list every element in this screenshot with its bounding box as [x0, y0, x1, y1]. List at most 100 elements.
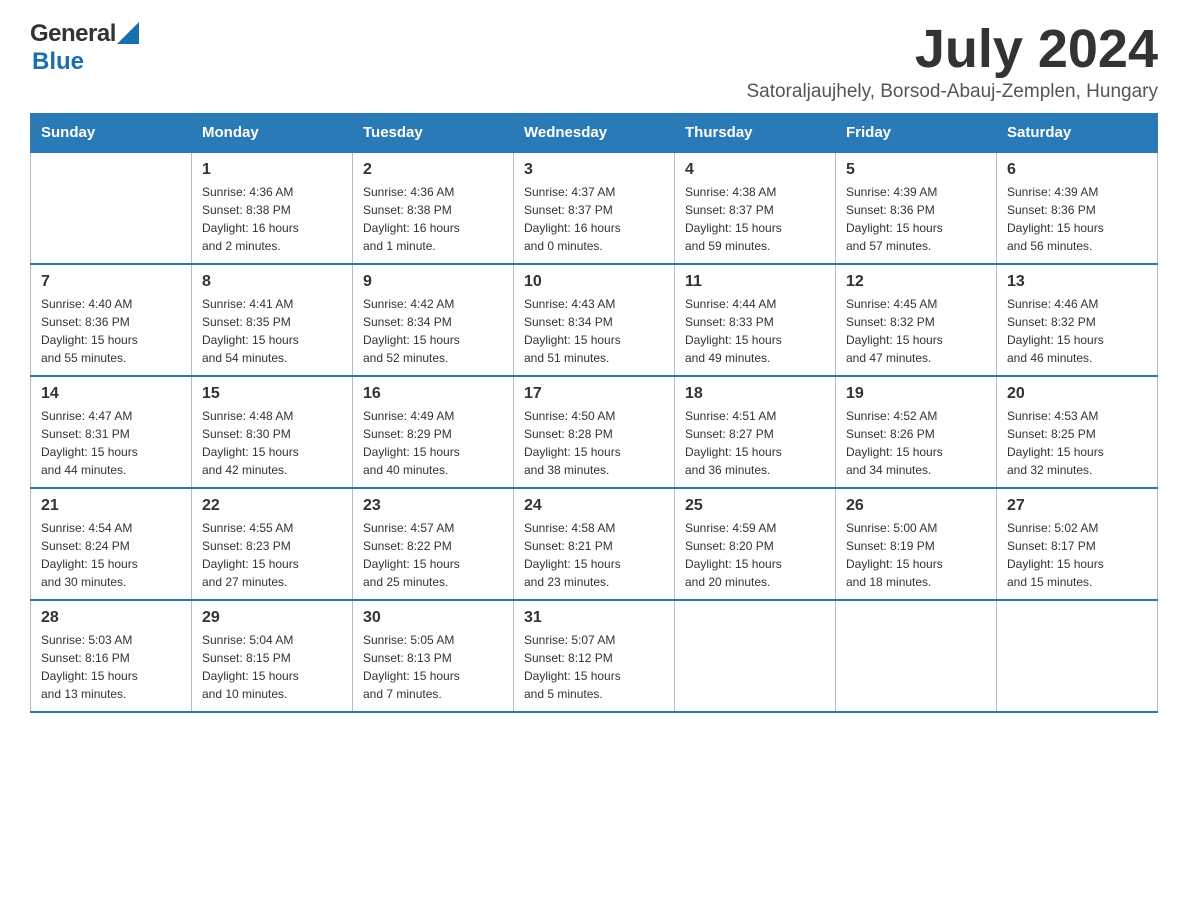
day-number: 26: [846, 497, 986, 515]
table-row: 5 Sunrise: 4:39 AM Sunset: 8:36 PM Daylig…: [836, 152, 997, 264]
day-info: Sunrise: 4:36 AM Sunset: 8:38 PM Dayligh…: [363, 183, 503, 255]
day-number: 27: [1007, 497, 1147, 515]
day-info: Sunrise: 4:37 AM Sunset: 8:37 PM Dayligh…: [524, 183, 664, 255]
day-number: 31: [524, 609, 664, 627]
day-number: 10: [524, 273, 664, 291]
table-row: 13 Sunrise: 4:46 AM Sunset: 8:32 PM Dayli…: [997, 264, 1158, 376]
day-number: 3: [524, 161, 664, 179]
table-row: 20Sunrise: 4:53 AM Sunset: 8:25 PM Dayli…: [997, 376, 1158, 488]
table-row: 19 Sunrise: 4:52 AM Sunset: 8:26 PM Dayli…: [836, 376, 997, 488]
day-info: Sunrise: 4:55 AM Sunset: 8:23 PM Dayligh…: [202, 519, 342, 591]
table-row: 25Sunrise: 4:59 AM Sunset: 8:20 PM Dayli…: [675, 488, 836, 600]
day-info: Sunrise: 4:49 AM Sunset: 8:29 PM Dayligh…: [363, 407, 503, 479]
day-info: Sunrise: 4:46 AM Sunset: 8:32 PM Dayligh…: [1007, 295, 1147, 367]
day-info: Sunrise: 4:41 AM Sunset: 8:35 PM Dayligh…: [202, 295, 342, 367]
day-number: 4: [685, 161, 825, 179]
day-info: Sunrise: 4:36 AM Sunset: 8:38 PM Dayligh…: [202, 183, 342, 255]
day-info: Sunrise: 4:47 AM Sunset: 8:31 PM Dayligh…: [41, 407, 181, 479]
logo: General Blue: [30, 20, 139, 76]
day-info: Sunrise: 4:57 AM Sunset: 8:22 PM Dayligh…: [363, 519, 503, 591]
table-row: 3 Sunrise: 4:37 AM Sunset: 8:37 PM Daylig…: [514, 152, 675, 264]
header-monday: Monday: [192, 114, 353, 153]
table-row: 12 Sunrise: 4:45 AM Sunset: 8:32 PM Dayli…: [836, 264, 997, 376]
month-title: July 2024: [746, 20, 1158, 79]
day-number: 19: [846, 385, 986, 403]
day-number: 6: [1007, 161, 1147, 179]
header-sunday: Sunday: [31, 114, 192, 153]
day-number: 25: [685, 497, 825, 515]
table-row: [997, 600, 1158, 712]
header-saturday: Saturday: [997, 114, 1158, 153]
calendar-table: Sunday Monday Tuesday Wednesday Thursday…: [30, 113, 1158, 713]
day-number: 20: [1007, 385, 1147, 403]
logo-general-text: General: [30, 20, 116, 48]
title-section: July 2024 Satoraljaujhely, Borsod-Abauj-…: [746, 20, 1158, 103]
day-number: 5: [846, 161, 986, 179]
table-row: 9 Sunrise: 4:42 AM Sunset: 8:34 PM Daylig…: [353, 264, 514, 376]
location-subtitle: Satoraljaujhely, Borsod-Abauj-Zemplen, H…: [746, 81, 1158, 103]
day-info: Sunrise: 5:04 AM Sunset: 8:15 PM Dayligh…: [202, 631, 342, 703]
day-info: Sunrise: 5:00 AM Sunset: 8:19 PM Dayligh…: [846, 519, 986, 591]
day-info: Sunrise: 4:58 AM Sunset: 8:21 PM Dayligh…: [524, 519, 664, 591]
table-row: 24 Sunrise: 4:58 AM Sunset: 8:21 PM Dayli…: [514, 488, 675, 600]
day-number: 29: [202, 609, 342, 627]
table-row: 30 Sunrise: 5:05 AM Sunset: 8:13 PM Dayli…: [353, 600, 514, 712]
table-row: 8Sunrise: 4:41 AM Sunset: 8:35 PM Daylig…: [192, 264, 353, 376]
header-friday: Friday: [836, 114, 997, 153]
day-info: Sunrise: 4:40 AM Sunset: 8:36 PM Dayligh…: [41, 295, 181, 367]
calendar-week-row: 28Sunrise: 5:03 AM Sunset: 8:16 PM Dayli…: [31, 600, 1158, 712]
day-number: 13: [1007, 273, 1147, 291]
day-number: 23: [363, 497, 503, 515]
day-info: Sunrise: 4:45 AM Sunset: 8:32 PM Dayligh…: [846, 295, 986, 367]
day-info: Sunrise: 4:44 AM Sunset: 8:33 PM Dayligh…: [685, 295, 825, 367]
table-row: 21Sunrise: 4:54 AM Sunset: 8:24 PM Dayli…: [31, 488, 192, 600]
day-number: 7: [41, 273, 181, 291]
table-row: [31, 152, 192, 264]
table-row: [836, 600, 997, 712]
table-row: 26 Sunrise: 5:00 AM Sunset: 8:19 PM Dayli…: [836, 488, 997, 600]
day-info: Sunrise: 5:05 AM Sunset: 8:13 PM Dayligh…: [363, 631, 503, 703]
day-number: 12: [846, 273, 986, 291]
table-row: 16 Sunrise: 4:49 AM Sunset: 8:29 PM Dayli…: [353, 376, 514, 488]
table-row: 27 Sunrise: 5:02 AM Sunset: 8:17 PM Dayli…: [997, 488, 1158, 600]
table-row: 1Sunrise: 4:36 AM Sunset: 8:38 PM Daylig…: [192, 152, 353, 264]
table-row: 17 Sunrise: 4:50 AM Sunset: 8:28 PM Dayli…: [514, 376, 675, 488]
calendar-header-row: Sunday Monday Tuesday Wednesday Thursday…: [31, 114, 1158, 153]
day-info: Sunrise: 4:54 AM Sunset: 8:24 PM Dayligh…: [41, 519, 181, 591]
day-info: Sunrise: 4:48 AM Sunset: 8:30 PM Dayligh…: [202, 407, 342, 479]
day-info: Sunrise: 4:42 AM Sunset: 8:34 PM Dayligh…: [363, 295, 503, 367]
table-row: 28Sunrise: 5:03 AM Sunset: 8:16 PM Dayli…: [31, 600, 192, 712]
calendar-week-row: 1Sunrise: 4:36 AM Sunset: 8:38 PM Daylig…: [31, 152, 1158, 264]
table-row: [675, 600, 836, 712]
day-number: 14: [41, 385, 181, 403]
day-info: Sunrise: 4:52 AM Sunset: 8:26 PM Dayligh…: [846, 407, 986, 479]
logo-blue-text: Blue: [32, 48, 84, 75]
day-number: 16: [363, 385, 503, 403]
table-row: 6Sunrise: 4:39 AM Sunset: 8:36 PM Daylig…: [997, 152, 1158, 264]
day-info: Sunrise: 4:51 AM Sunset: 8:27 PM Dayligh…: [685, 407, 825, 479]
day-info: Sunrise: 4:43 AM Sunset: 8:34 PM Dayligh…: [524, 295, 664, 367]
table-row: 11 Sunrise: 4:44 AM Sunset: 8:33 PM Dayli…: [675, 264, 836, 376]
day-info: Sunrise: 4:50 AM Sunset: 8:28 PM Dayligh…: [524, 407, 664, 479]
table-row: 23 Sunrise: 4:57 AM Sunset: 8:22 PM Dayli…: [353, 488, 514, 600]
header-wednesday: Wednesday: [514, 114, 675, 153]
day-info: Sunrise: 5:02 AM Sunset: 8:17 PM Dayligh…: [1007, 519, 1147, 591]
day-number: 9: [363, 273, 503, 291]
day-number: 24: [524, 497, 664, 515]
day-number: 17: [524, 385, 664, 403]
header-thursday: Thursday: [675, 114, 836, 153]
day-info: Sunrise: 4:39 AM Sunset: 8:36 PM Dayligh…: [846, 183, 986, 255]
header-tuesday: Tuesday: [353, 114, 514, 153]
table-row: 2 Sunrise: 4:36 AM Sunset: 8:38 PM Daylig…: [353, 152, 514, 264]
table-row: 18 Sunrise: 4:51 AM Sunset: 8:27 PM Dayli…: [675, 376, 836, 488]
table-row: 10 Sunrise: 4:43 AM Sunset: 8:34 PM Dayli…: [514, 264, 675, 376]
day-number: 18: [685, 385, 825, 403]
table-row: 22 Sunrise: 4:55 AM Sunset: 8:23 PM Dayli…: [192, 488, 353, 600]
day-number: 22: [202, 497, 342, 515]
day-number: 2: [363, 161, 503, 179]
day-number: 30: [363, 609, 503, 627]
day-number: 28: [41, 609, 181, 627]
logo-triangle-icon: [117, 22, 139, 44]
page-header: General Blue July 2024 Satoraljaujhely, …: [30, 20, 1158, 103]
day-number: 11: [685, 273, 825, 291]
